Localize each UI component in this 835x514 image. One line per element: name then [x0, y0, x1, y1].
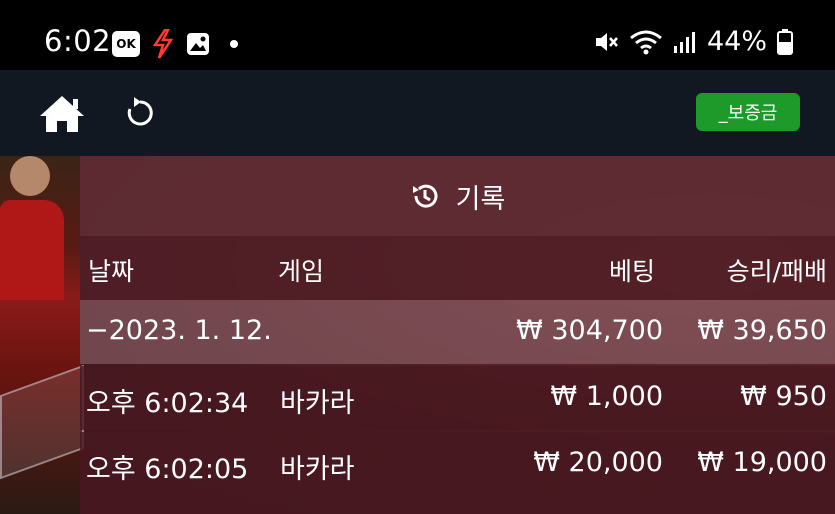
row-bet: ₩ 1,000	[550, 381, 663, 412]
history-header: 기록	[80, 156, 835, 236]
bolt-app-icon	[152, 29, 174, 59]
row-win-loss: ₩ 19,000	[697, 447, 827, 478]
table-row[interactable]: 오후 6:02:05 바카라 ₩ 20,000 ₩ 19,000	[80, 432, 835, 514]
date-group-row[interactable]: −2023. 1. 12. ₩ 304,700 ₩ 39,650	[80, 300, 835, 364]
deposit-button[interactable]: _보증금	[696, 93, 800, 131]
battery-icon	[777, 28, 793, 55]
battery-percent: 44%	[706, 26, 767, 57]
row-time: 오후 6:02:34	[86, 388, 249, 419]
dealer-face	[10, 156, 50, 196]
notification-icons: OK	[112, 29, 238, 59]
history-title: 기록	[455, 183, 506, 215]
row-win-loss: ₩ 950	[740, 381, 827, 412]
status-time: 6:02	[44, 24, 112, 58]
signal-icon	[673, 31, 695, 53]
column-bet: 베팅	[608, 257, 655, 286]
row-bet: ₩ 20,000	[533, 447, 663, 478]
column-date: 날짜	[88, 257, 135, 286]
history-icon	[412, 184, 438, 208]
reload-icon[interactable]	[122, 95, 158, 131]
row-game: 바카라	[280, 454, 355, 485]
wifi-icon	[630, 30, 662, 54]
row-time: 오후 6:02:05	[86, 454, 249, 485]
group-total-win-loss: ₩ 39,650	[697, 315, 827, 346]
column-game: 게임	[278, 257, 325, 286]
status-bar: 6:02 OK 44%	[0, 0, 835, 70]
row-game: 바카라	[280, 388, 355, 419]
home-icon[interactable]	[38, 94, 86, 134]
column-win-loss: 승리/패배	[726, 257, 827, 286]
history-table-header: 날짜 게임 베팅 승리/패배	[80, 236, 835, 300]
mute-icon	[595, 32, 618, 51]
gallery-icon	[187, 33, 209, 55]
ok-cashbag-icon: OK	[112, 31, 140, 57]
system-icons: 44%	[593, 26, 793, 57]
dealer-dress	[0, 200, 64, 300]
table-row[interactable]: 오후 6:02:34 바카라 ₩ 1,000 ₩ 950	[80, 366, 835, 430]
group-date: −2023. 1. 12.	[86, 315, 272, 346]
group-total-bet: ₩ 304,700	[516, 315, 663, 346]
more-notifications-icon	[230, 40, 238, 48]
